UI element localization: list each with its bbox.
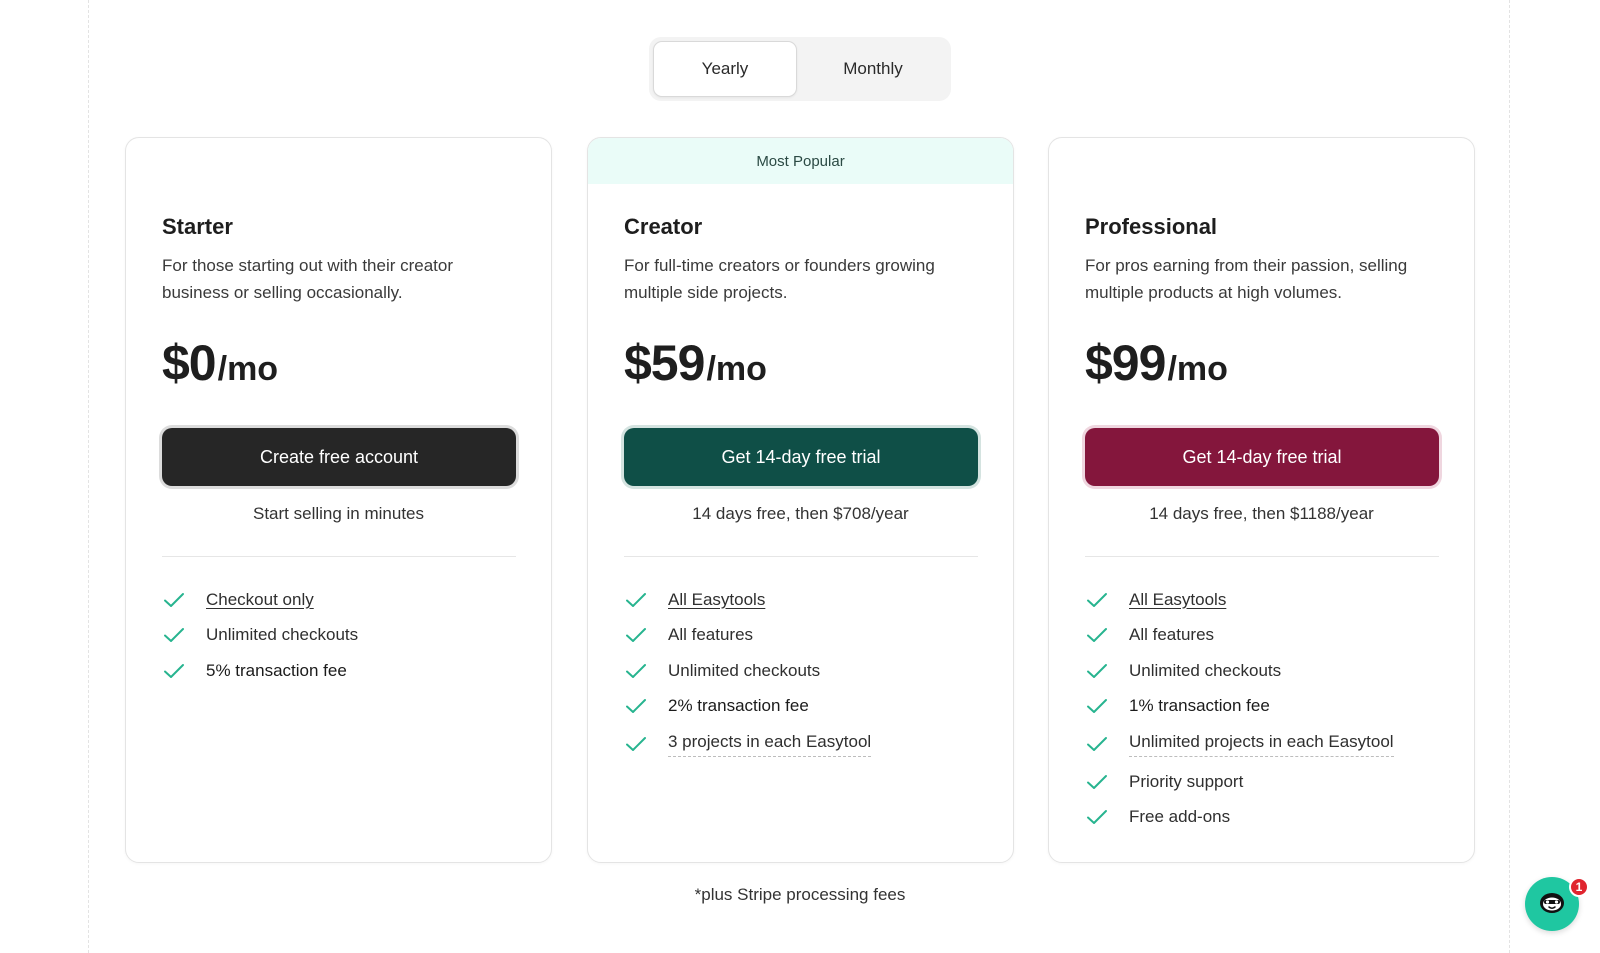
feature-link[interactable]: Checkout only — [206, 590, 314, 610]
feature-label: Unlimited projects in each Easytool — [1129, 732, 1394, 757]
plan-description: For pros earning from their passion, sel… — [1085, 256, 1408, 302]
feature-item: All features — [1085, 618, 1445, 654]
plan-price: $59 /mo — [624, 334, 767, 392]
check-icon — [1085, 734, 1113, 754]
price-amount: $99 — [1085, 335, 1166, 391]
check-icon — [162, 625, 190, 645]
check-icon — [162, 661, 190, 681]
feature-item: All features — [624, 618, 984, 654]
check-icon — [1085, 590, 1113, 610]
chat-notification-badge: 1 — [1569, 877, 1589, 897]
check-icon — [1085, 661, 1113, 681]
check-icon — [1085, 807, 1113, 827]
divider — [162, 556, 516, 557]
feature-item: Checkout only — [162, 582, 522, 618]
feature-label: 3 projects in each Easytool — [668, 732, 872, 757]
feature-item: Unlimited checkouts — [1085, 653, 1445, 689]
plan-price: $0 /mo — [162, 334, 278, 392]
plan-name: Professional — [1085, 214, 1218, 239]
feature-label: Priority support — [1129, 771, 1244, 791]
feature-item: Free add-ons — [1085, 800, 1445, 836]
chat-mascot-icon — [1537, 887, 1567, 922]
check-icon — [624, 661, 652, 681]
price-unit: /mo — [1167, 350, 1228, 388]
cta-note: 14 days free, then $1188/year — [1149, 504, 1374, 523]
feature-item: Unlimited projects in each Easytool — [1085, 724, 1445, 764]
feature-item: Priority support — [1085, 764, 1445, 800]
feature-list: All Easytools All features Unlimited check… — [1085, 582, 1445, 835]
feature-item: Unlimited checkouts — [162, 618, 522, 654]
plan-card-starter: Starter For those starting out with thei… — [125, 137, 552, 863]
professional-free-trial-button[interactable]: Get 14-day free trial — [1085, 428, 1439, 486]
check-icon — [1085, 772, 1113, 792]
feature-label: Unlimited checkouts — [668, 660, 821, 680]
feature-item: 1% transaction fee — [1085, 689, 1445, 725]
billing-period-toggle: Yearly Monthly — [649, 37, 951, 101]
price-amount: $59 — [624, 335, 705, 391]
right-guide-line — [1509, 0, 1510, 953]
divider — [1085, 556, 1439, 557]
check-icon — [624, 625, 652, 645]
check-icon — [624, 734, 652, 754]
feature-item: 5% transaction fee — [162, 653, 522, 689]
check-icon — [624, 696, 652, 716]
plan-card-professional: Professional For pros earning from their… — [1048, 137, 1475, 863]
feature-label: Unlimited checkouts — [1129, 660, 1282, 680]
feature-label: Free add-ons — [1129, 807, 1231, 827]
feature-link[interactable]: All Easytools — [1129, 590, 1226, 610]
plan-price: $99 /mo — [1085, 334, 1228, 392]
plan-description: For those starting out with their creato… — [162, 256, 454, 302]
monthly-toggle-option[interactable]: Monthly — [801, 41, 945, 97]
feature-item: All Easytools — [624, 582, 984, 618]
plan-description: For full-time creators or founders growi… — [624, 256, 935, 302]
check-icon — [1085, 625, 1113, 645]
price-unit: /mo — [706, 350, 767, 388]
feature-label: All features — [1129, 625, 1215, 645]
yearly-toggle-option[interactable]: Yearly — [653, 41, 797, 97]
price-amount: $0 — [162, 335, 217, 391]
creator-free-trial-button[interactable]: Get 14-day free trial — [624, 428, 978, 486]
feature-label: 5% transaction fee — [206, 660, 347, 680]
create-free-account-button[interactable]: Create free account — [162, 428, 516, 486]
feature-list: All Easytools All features Unlimited check… — [624, 582, 984, 764]
feature-item: 2% transaction fee — [624, 689, 984, 725]
feature-item: 3 projects in each Easytool — [624, 724, 984, 764]
cta-note: Start selling in minutes — [252, 504, 425, 523]
divider — [624, 556, 978, 557]
most-popular-badge: Most Popular — [588, 138, 1013, 184]
feature-item: All Easytools — [1085, 582, 1445, 618]
cta-note: 14 days free, then $708/year — [692, 504, 909, 523]
feature-label: All features — [668, 625, 754, 645]
left-guide-line — [88, 0, 89, 953]
feature-item: Unlimited checkouts — [624, 653, 984, 689]
price-unit: /mo — [217, 350, 279, 388]
plan-name: Starter — [162, 214, 233, 239]
feature-label: 2% transaction fee — [668, 696, 809, 716]
plan-card-creator: Most Popular Creator For full-time creat… — [587, 137, 1014, 863]
feature-link[interactable]: All Easytools — [668, 590, 765, 610]
feature-label: Unlimited checkouts — [206, 625, 359, 645]
check-icon — [624, 590, 652, 610]
feature-list: Checkout only Unlimited checkouts 5% trans… — [162, 582, 522, 689]
footnote: *plus Stripe processing fees — [694, 885, 906, 904]
feature-label: 1% transaction fee — [1129, 696, 1270, 716]
plan-name: Creator — [624, 214, 703, 239]
check-icon — [162, 590, 190, 610]
check-icon — [1085, 696, 1113, 716]
